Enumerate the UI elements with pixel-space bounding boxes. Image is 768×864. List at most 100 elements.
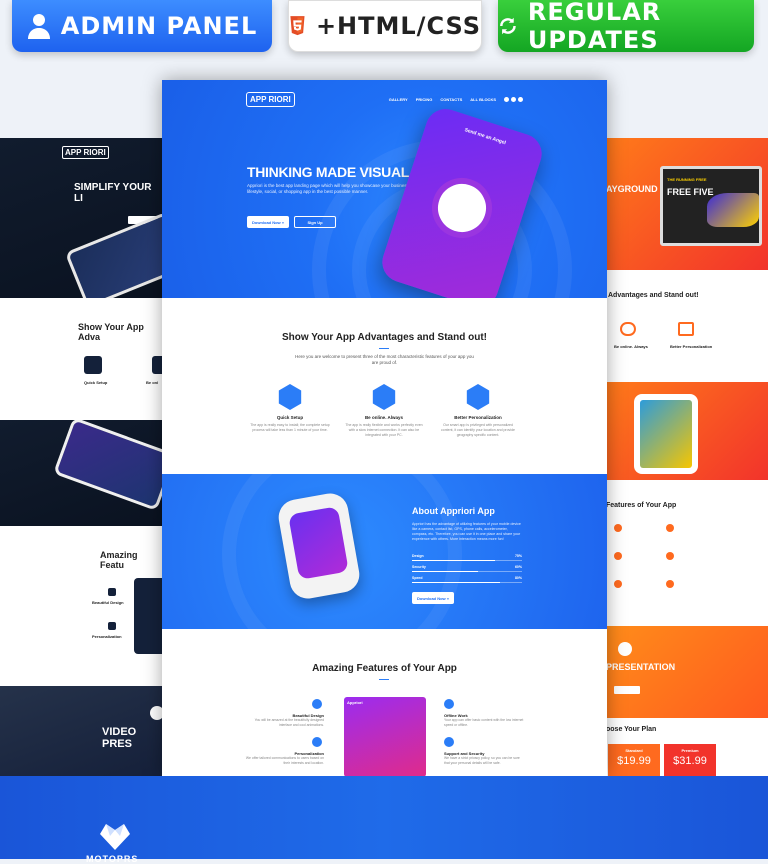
footer-brand: MOTOPRS bbox=[86, 854, 139, 864]
plan-premium-card[interactable]: Premium $31.99 bbox=[664, 744, 716, 776]
shield-icon bbox=[444, 737, 454, 747]
title-underline bbox=[379, 679, 389, 680]
right-feat2: Better Personalization bbox=[670, 344, 713, 349]
html-css-label: +HTML/CSS bbox=[315, 12, 481, 40]
feature-text: Our smart app is privileged with persona… bbox=[441, 423, 515, 437]
plan-premium-name: Premium bbox=[681, 748, 699, 753]
left-device-image bbox=[134, 578, 162, 654]
app-screens-image: Appriori bbox=[344, 697, 426, 776]
right-features-title: Features of Your App bbox=[606, 502, 677, 509]
right-laptop-image: THE RUNNING FREE FREE FIVE bbox=[660, 166, 762, 246]
title-underline bbox=[379, 348, 389, 349]
feature-text: You will be amazed at the beautifully de… bbox=[254, 718, 324, 727]
feature-personalization: Better Personalization Our smart app is … bbox=[438, 384, 518, 438]
right-feat-icon-1 bbox=[614, 524, 622, 532]
feature-personalization-2: Personalization We offer tailored commun… bbox=[242, 751, 324, 766]
skill-value: 80% bbox=[514, 576, 522, 580]
feature-title: Better Personalization bbox=[454, 415, 502, 420]
nav-gallery[interactable]: GALLERY bbox=[389, 97, 408, 102]
skill-speed: Speed 80% bbox=[412, 576, 522, 580]
right-pricing: oose Your Plan Standard $19.99 Premium $… bbox=[606, 718, 768, 776]
hero-title: THINKING MADE VISUAL bbox=[247, 164, 410, 180]
advantages-title: Show Your App Advantages and Stand out! bbox=[281, 332, 487, 343]
feature-text: We offer tailored communications to user… bbox=[245, 756, 324, 765]
about-section: About Appriori App Appriori has the adva… bbox=[162, 474, 607, 629]
signup-button[interactable]: Sign Up bbox=[294, 216, 336, 228]
feature-title: Quick Setup bbox=[276, 415, 304, 420]
right-feat-icon-6 bbox=[666, 580, 674, 588]
left-feat1: Quick Setup bbox=[84, 380, 108, 385]
card-label: Appriori bbox=[347, 700, 363, 705]
right-adv-title: Advantages and Stand out! bbox=[608, 292, 699, 299]
left-design-icon bbox=[108, 588, 116, 596]
right-product-section bbox=[606, 382, 768, 480]
left-feat-a: Beautiful Design bbox=[92, 600, 124, 605]
twitter-icon[interactable] bbox=[518, 97, 523, 102]
right-hero: AYGROUND THE RUNNING FREE FREE FIVE bbox=[606, 138, 768, 270]
right-phone-image bbox=[634, 394, 698, 474]
nav-pricing[interactable]: PRICING bbox=[416, 97, 433, 102]
right-play-icon[interactable] bbox=[618, 642, 632, 656]
left-online-icon bbox=[152, 356, 162, 374]
left-features: Amazing Featu Beautiful Design Personali… bbox=[0, 526, 162, 686]
gear-icon bbox=[278, 384, 302, 410]
right-presentation-button[interactable] bbox=[614, 686, 640, 694]
phone-caption: Send me an Angel bbox=[463, 127, 507, 147]
amazing-features-section: Amazing Features of Your App Beautiful D… bbox=[162, 629, 607, 776]
download-button[interactable]: Download Now » bbox=[247, 216, 289, 228]
plan-standard-card[interactable]: Standard $19.99 bbox=[608, 744, 660, 776]
feature-text: The app is really flexible and works per… bbox=[345, 423, 423, 437]
skill-security: Security 60% bbox=[412, 565, 522, 569]
about-title: About Appriori App bbox=[412, 506, 495, 516]
right-shoe-image bbox=[707, 193, 759, 227]
right-hero-title: AYGROUND bbox=[606, 184, 658, 194]
html5-icon bbox=[290, 16, 305, 36]
browser-icon bbox=[678, 322, 694, 336]
feature-text: Your app can offer basic content with th… bbox=[444, 718, 524, 727]
right-presentation-title: PRESENTATION bbox=[606, 662, 676, 672]
left-setup-icon bbox=[84, 356, 102, 374]
feature-beautiful-design: Beautiful Design You will be amazed at t… bbox=[242, 713, 324, 728]
nav-menu: GALLERY PRICING CONTACTS ALL BLOCKS bbox=[389, 97, 523, 102]
left-preview: APP RIORI SIMPLIFY YOUR LI Show Your App… bbox=[0, 138, 162, 776]
left-adv-title: Show Your App Adva bbox=[78, 322, 144, 342]
skill-value: 75% bbox=[514, 554, 522, 558]
left-dark-section bbox=[0, 420, 162, 526]
main-preview: APP RIORI GALLERY PRICING CONTACTS ALL B… bbox=[162, 80, 607, 776]
left-feat-b: Personalization bbox=[92, 634, 122, 639]
app-logo[interactable]: APP RIORI bbox=[246, 92, 295, 107]
design-icon bbox=[312, 699, 322, 709]
left-tablet-image bbox=[64, 211, 162, 298]
left-hero: APP RIORI SIMPLIFY YOUR LI bbox=[0, 138, 162, 298]
html-css-badge: +HTML/CSS bbox=[288, 0, 482, 52]
nav-contacts[interactable]: CONTACTS bbox=[440, 97, 462, 102]
nav-all-blocks[interactable]: ALL BLOCKS bbox=[470, 97, 496, 102]
right-feat-icon-5 bbox=[614, 580, 622, 588]
skill-design: Design 75% bbox=[412, 554, 522, 558]
person-icon bbox=[312, 737, 322, 747]
skill-bar-design bbox=[412, 560, 522, 561]
left-hero-title: SIMPLIFY YOUR LI bbox=[74, 182, 152, 204]
left-phone-image bbox=[53, 420, 162, 512]
right-preview: AYGROUND THE RUNNING FREE FREE FIVE Adva… bbox=[606, 138, 768, 776]
facebook-icon[interactable] bbox=[504, 97, 509, 102]
google-icon[interactable] bbox=[511, 97, 516, 102]
left-amazing-title: Amazing Featu bbox=[100, 550, 138, 570]
plan-standard-name: Standard bbox=[625, 748, 643, 753]
hero-section: APP RIORI GALLERY PRICING CONTACTS ALL B… bbox=[162, 80, 607, 298]
feature-quick-setup: Quick Setup The app is really easy to in… bbox=[250, 384, 330, 433]
right-feat-icon-4 bbox=[666, 552, 674, 560]
advantages-section: Show Your App Advantages and Stand out! … bbox=[162, 298, 607, 474]
about-download-button[interactable]: Download Now » bbox=[412, 592, 454, 604]
right-feat1: Be online. Always bbox=[614, 344, 648, 349]
cloud-icon bbox=[372, 384, 396, 410]
skill-bar-security bbox=[412, 571, 522, 572]
left-feat2: Be onl bbox=[146, 380, 159, 385]
right-shoe-title: FREE FIVE bbox=[667, 187, 714, 197]
right-advantages: Advantages and Stand out! Be online. Alw… bbox=[606, 270, 768, 382]
feature-text: The app is really easy to install; the c… bbox=[250, 423, 330, 432]
left-advantages: Show Your App Adva Quick Setup Be onl bbox=[0, 298, 162, 420]
right-feat-icon-2 bbox=[666, 524, 674, 532]
browser-icon bbox=[466, 384, 490, 410]
left-play-icon[interactable] bbox=[150, 706, 162, 720]
